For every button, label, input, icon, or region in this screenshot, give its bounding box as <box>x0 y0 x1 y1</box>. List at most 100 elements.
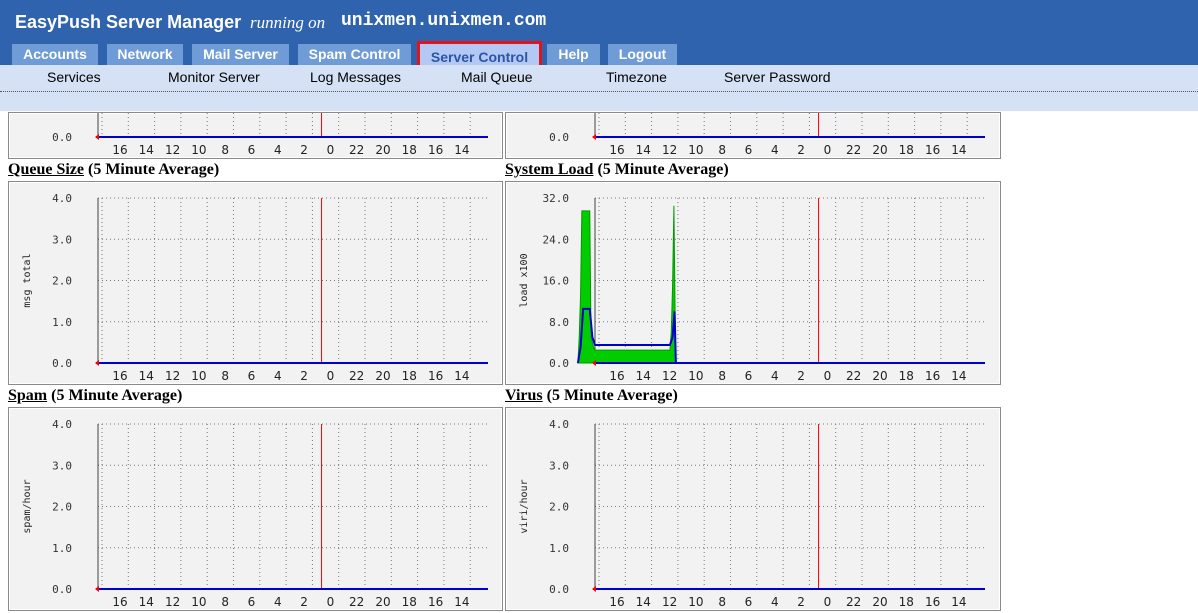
x-tick-label: 6 <box>745 143 753 157</box>
graph-top-left: 0.0 16 14 12 10 8 6 4 2 0 22 20 18 16 14 <box>8 112 503 159</box>
x-tick-label: 12 <box>165 595 180 609</box>
x-tick-label: 14 <box>636 369 651 383</box>
x-tick-label: 22 <box>349 369 364 383</box>
x-tick-label: 14 <box>951 143 966 157</box>
x-tick-label: 18 <box>899 143 914 157</box>
x-tick-label: 14 <box>139 143 154 157</box>
x-tick-label: 6 <box>248 369 256 383</box>
y-tick-label: 2.0 <box>549 501 569 514</box>
x-tick-label: 16 <box>609 143 624 157</box>
subnav-mail-queue[interactable]: Mail Queue <box>461 69 533 85</box>
x-tick-label: 22 <box>349 143 364 157</box>
y-tick-label: 0.0 <box>549 131 569 144</box>
queue-size-link[interactable]: Queue Size <box>8 161 84 178</box>
y-tick-label: 32.0 <box>543 192 570 205</box>
x-tick-label: 18 <box>402 369 417 383</box>
y-tick-label: 3.0 <box>52 233 72 246</box>
system-load-graph: 0.0 8.0 16.0 24.0 32.0 16 14 12 10 8 6 4 2 0 22 20 18 16 1… <box>505 181 1001 385</box>
tab-accounts[interactable]: Accounts <box>12 44 98 65</box>
header-bar: EasyPush Server Manager running on unixm… <box>0 0 1198 70</box>
tab-spam-control[interactable]: Spam Control <box>298 44 411 65</box>
queue-size-title: Queue Size (5 Minute Average) <box>8 161 219 179</box>
system-load-title: System Load (5 Minute Average) <box>505 161 729 179</box>
x-tick-label: 4 <box>274 143 282 157</box>
y-tick-label: 3.0 <box>52 459 72 472</box>
subnav-services[interactable]: Services <box>47 69 101 85</box>
x-tick-label: 2 <box>300 143 308 157</box>
x-tick-label: 2 <box>797 595 805 609</box>
subnav-timezone[interactable]: Timezone <box>606 69 667 85</box>
y-tick-label: 3.0 <box>549 459 569 472</box>
x-tick-label: 4 <box>274 595 282 609</box>
x-tick-label: 14 <box>951 595 966 609</box>
x-tick-label: 0 <box>824 143 832 157</box>
spam-link[interactable]: Spam <box>8 387 47 404</box>
queue-size-graph: 0.0 1.0 2.0 3.0 4.0 16 14 12 10 8 6 4 2 0 22 20 18 16 14 ms… <box>8 181 503 385</box>
system-load-plot: 0.08.016.024.032.016 14 12 10 8 6 4 2 0 22 20 18 16 1… <box>519 192 985 383</box>
x-tick-label: 22 <box>349 595 364 609</box>
x-tick-label: 4 <box>274 369 282 383</box>
x-tick-label: 10 <box>688 369 703 383</box>
x-tick-label: 12 <box>662 595 677 609</box>
virus-title: Virus (5 Minute Average) <box>505 387 678 405</box>
y-tick-label: 0.0 <box>52 583 72 596</box>
x-tick-label: 12 <box>662 369 677 383</box>
y-tick-label: 8.0 <box>549 316 569 329</box>
x-tick-label: 14 <box>139 595 154 609</box>
x-tick-label: 14 <box>636 595 651 609</box>
x-tick-label: 16 <box>428 143 443 157</box>
tab-help[interactable]: Help <box>547 44 600 65</box>
x-tick-label: 22 <box>846 369 861 383</box>
y-tick-label: 1.0 <box>52 542 72 555</box>
y-tick-label: 1.0 <box>52 316 72 329</box>
x-tick-label: 16 <box>112 595 127 609</box>
x-tick-label: 18 <box>402 595 417 609</box>
spam-plot: 0.01.02.03.04.016 14 12 10 8 6 4 2 0 22 20 18 16 14sp… <box>22 418 488 609</box>
origin-arrow <box>592 134 596 140</box>
system-load-link[interactable]: System Load <box>505 161 593 178</box>
y-tick-label: 0.0 <box>52 357 72 370</box>
x-tick-label: 20 <box>375 369 390 383</box>
x-tick-label: 8 <box>221 595 229 609</box>
x-tick-label: 20 <box>375 595 390 609</box>
x-tick-label: 4 <box>771 369 779 383</box>
x-tick-label: 18 <box>899 595 914 609</box>
x-tick-label: 8 <box>221 143 229 157</box>
x-tick-label: 16 <box>609 595 624 609</box>
x-tick-label: 6 <box>248 595 256 609</box>
queue-size-plot: 0.01.02.03.04.016 14 12 10 8 6 4 2 0 22 20 18 16 14ms… <box>22 192 488 383</box>
x-tick-label: 16 <box>925 369 940 383</box>
y-tick-label: 16.0 <box>543 275 570 288</box>
y-tick-label: 1.0 <box>549 542 569 555</box>
tab-logout[interactable]: Logout <box>608 44 677 65</box>
x-tick-label: 4 <box>771 143 779 157</box>
tab-mail-server[interactable]: Mail Server <box>192 44 289 65</box>
x-tick-label: 6 <box>745 595 753 609</box>
x-tick-label: 8 <box>718 595 726 609</box>
x-tick-label: 16 <box>925 595 940 609</box>
subnav-divider <box>0 91 1198 92</box>
x-tick-label: 0 <box>824 369 832 383</box>
x-tick-label: 12 <box>662 143 677 157</box>
virus-link[interactable]: Virus <box>505 387 543 404</box>
y-tick-label: 0.0 <box>52 131 72 144</box>
x-tick-label: 8 <box>221 369 229 383</box>
x-tick-label: 0 <box>824 595 832 609</box>
origin-arrow <box>95 134 99 140</box>
x-tick-label: 2 <box>300 595 308 609</box>
x-tick-label: 14 <box>636 143 651 157</box>
y-tick-label: 0.0 <box>549 357 569 370</box>
y-axis-label: load x100 <box>519 253 530 307</box>
x-tick-label: 10 <box>688 143 703 157</box>
x-tick-label: 20 <box>872 143 887 157</box>
virus-graph: 0.0 1.0 2.0 3.0 4.0 16 14 12 10 8 6 4 2 0 22 20 18 16 14 vi… <box>505 407 1001 611</box>
subnav-server-password[interactable]: Server Password <box>724 69 831 85</box>
x-tick-label: 10 <box>191 595 206 609</box>
subnav-log-messages[interactable]: Log Messages <box>310 69 401 85</box>
graph-top-right-plot: 0.016 14 12 10 8 6 4 2 0 22 20 18 16 14 <box>549 113 985 157</box>
tab-network[interactable]: Network <box>107 44 183 65</box>
spam-title: Spam (5 Minute Average) <box>8 387 182 405</box>
y-axis-label: spam/hour <box>22 479 33 533</box>
x-tick-label: 0 <box>327 369 335 383</box>
subnav-monitor-server[interactable]: Monitor Server <box>168 69 260 85</box>
